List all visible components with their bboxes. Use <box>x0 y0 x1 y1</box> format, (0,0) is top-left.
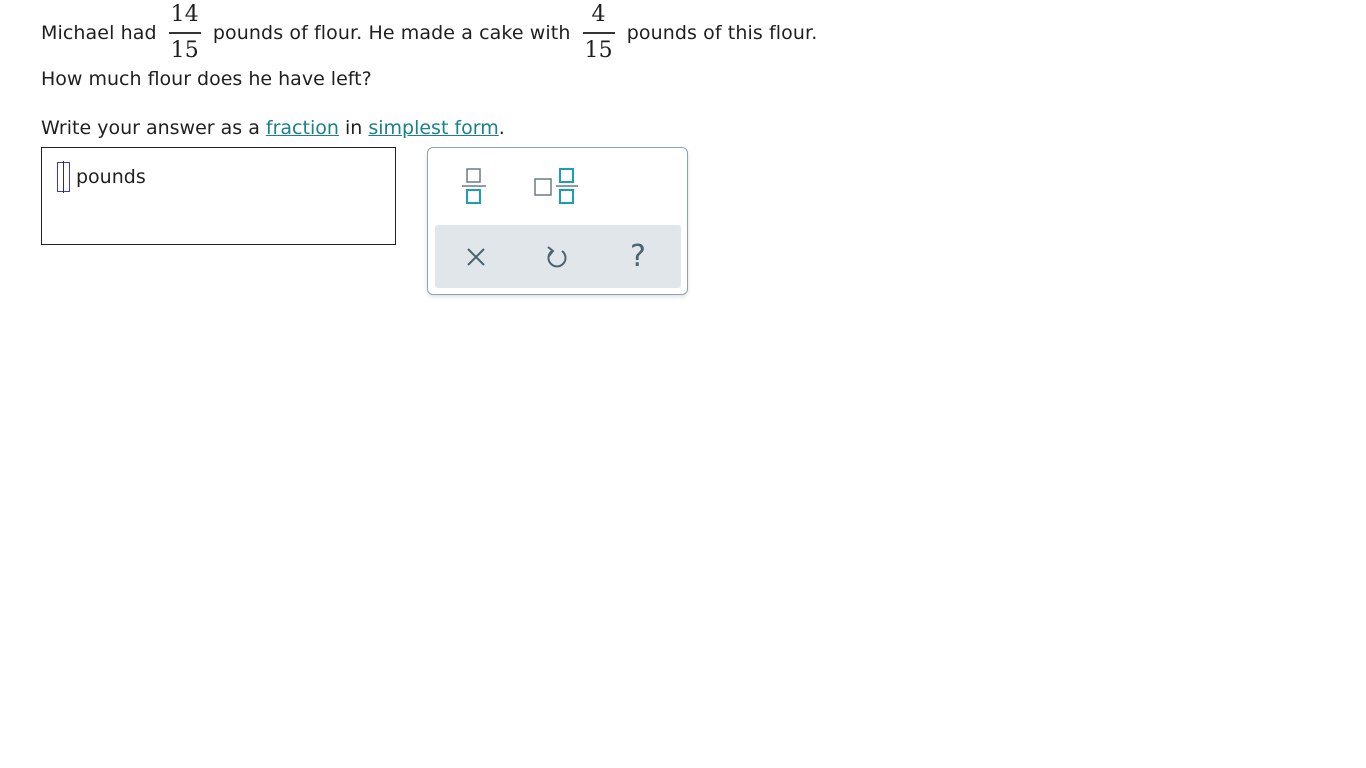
fraction-numerator: 4 <box>591 2 606 28</box>
simplest-form-link[interactable]: simplest form <box>368 117 498 139</box>
problem-text-before: Michael had <box>41 22 157 44</box>
help-button[interactable]: ? <box>608 225 668 288</box>
fraction-numerator: 14 <box>170 2 199 28</box>
problem-text-after: pounds of this flour. <box>626 22 818 44</box>
mixed-number-key[interactable] <box>528 164 584 208</box>
undo-button[interactable] <box>527 225 587 288</box>
problem-statement: Michael had 14 15 pounds of flour. He ma… <box>41 0 817 66</box>
close-icon <box>467 247 485 266</box>
answer-input-slot[interactable] <box>57 161 70 193</box>
fraction-denominator: 15 <box>170 37 199 63</box>
answer-input-box[interactable]: pounds <box>41 147 396 245</box>
problem-text-middle: pounds of flour. He made a cake with <box>212 22 571 44</box>
fraction-key[interactable] <box>454 164 494 208</box>
fraction-four-fifteenths: 4 15 <box>580 4 616 62</box>
unit-label: pounds <box>76 166 146 188</box>
instruction-text: Write your answer as a fraction in simpl… <box>41 117 505 139</box>
question-text: How much flour does he have left? <box>41 68 372 90</box>
instruction-suffix: . <box>498 117 505 139</box>
instruction-prefix: Write your answer as a <box>41 117 260 139</box>
fraction-icon <box>462 168 486 204</box>
math-keypad: ? <box>427 147 688 295</box>
fraction-denominator: 15 <box>584 37 613 63</box>
answer-field-row: pounds <box>57 161 146 193</box>
instruction-middle: in <box>344 117 363 139</box>
mixed-number-icon <box>534 168 578 204</box>
fraction-link[interactable]: fraction <box>266 117 339 139</box>
keypad-tools: ? <box>435 225 681 288</box>
fraction-fourteen-fifteenths: 14 15 <box>167 4 203 62</box>
problem-page: Michael had 14 15 pounds of flour. He ma… <box>0 0 1366 768</box>
clear-button[interactable] <box>446 225 506 288</box>
undo-icon <box>547 245 567 267</box>
